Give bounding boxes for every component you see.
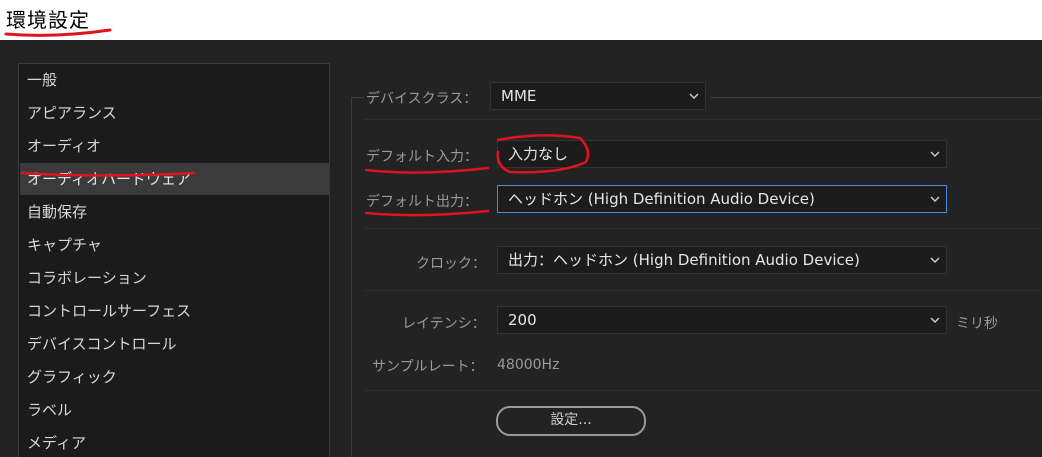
latency-value: 200 <box>508 311 537 329</box>
sidebar-item-control-surface[interactable]: コントロールサーフェス <box>20 295 329 327</box>
audio-hardware-panel: デバイスクラス： MME デフォルト入力： 入力なし デフォルト出力： ヘッドホ… <box>350 40 1042 457</box>
preferences-sidebar: 一般 アピアランス オーディオ オーディオハードウェア 自動保存 キャプチャ コ… <box>18 63 330 457</box>
default-output-value: ヘッドホン (High Definition Audio Device) <box>508 190 815 208</box>
sidebar-item-capture[interactable]: キャプチャ <box>20 229 329 261</box>
section-divider-2 <box>364 228 1042 229</box>
default-output-select[interactable]: ヘッドホン (High Definition Audio Device) <box>497 185 947 213</box>
sidebar-item-labels[interactable]: ラベル <box>20 394 329 426</box>
section-divider-1 <box>364 119 1042 120</box>
sidebar-item-graphics[interactable]: グラフィック <box>20 361 329 393</box>
sample-rate-label: サンプルレート： <box>372 359 484 375</box>
group-border-top-right <box>710 97 1042 98</box>
sidebar-item-collaboration[interactable]: コラボレーション <box>20 262 329 294</box>
window-title: 環境設定 <box>6 8 90 32</box>
clock-select[interactable]: 出力：ヘッドホン (High Definition Audio Device) <box>497 246 947 274</box>
default-input-value: 入力なし <box>508 145 569 163</box>
sidebar-item-auto-save[interactable]: 自動保存 <box>20 196 329 228</box>
clock-value: 出力：ヘッドホン (High Definition Audio Device) <box>508 251 860 269</box>
chevron-down-icon <box>930 150 940 158</box>
device-class-select[interactable]: MME <box>490 82 706 110</box>
section-divider-3 <box>364 290 1042 291</box>
settings-button[interactable]: 設定... <box>496 406 646 436</box>
chevron-down-icon <box>689 92 699 100</box>
sidebar-item-audio-hardware[interactable]: オーディオハードウェア <box>20 163 329 195</box>
chevron-down-icon <box>930 256 940 264</box>
sidebar-item-general[interactable]: 一般 <box>20 64 329 96</box>
sidebar-item-media[interactable]: メディア <box>20 427 329 457</box>
group-border-left <box>351 97 352 457</box>
preferences-window: 環境設定 一般 アピアランス オーディオ オーディオハードウェア 自動保存 キャ… <box>0 0 1042 457</box>
section-divider-4 <box>364 390 1042 391</box>
sidebar-item-appearance[interactable]: アピアランス <box>20 97 329 129</box>
clock-label: クロック： <box>416 256 486 272</box>
latency-unit: ミリ秒 <box>956 316 998 332</box>
sidebar-item-audio[interactable]: オーディオ <box>20 130 329 162</box>
title-bar: 環境設定 <box>0 0 1042 40</box>
latency-select[interactable]: 200 <box>497 306 947 334</box>
sidebar-item-device-control[interactable]: デバイスコントロール <box>20 328 329 360</box>
chevron-down-icon <box>930 316 940 324</box>
device-class-label: デバイスクラス： <box>366 91 478 107</box>
group-border-top-left <box>351 97 364 98</box>
sample-rate-value: 48000Hz <box>497 357 560 373</box>
default-input-select[interactable]: 入力なし <box>497 140 947 168</box>
preferences-body: 一般 アピアランス オーディオ オーディオハードウェア 自動保存 キャプチャ コ… <box>0 40 1042 457</box>
latency-label: レイテンシ： <box>402 316 486 332</box>
chevron-down-icon <box>930 195 940 203</box>
device-class-value: MME <box>501 87 537 105</box>
default-output-label: デフォルト出力： <box>366 194 478 210</box>
default-input-label: デフォルト入力： <box>366 149 478 165</box>
